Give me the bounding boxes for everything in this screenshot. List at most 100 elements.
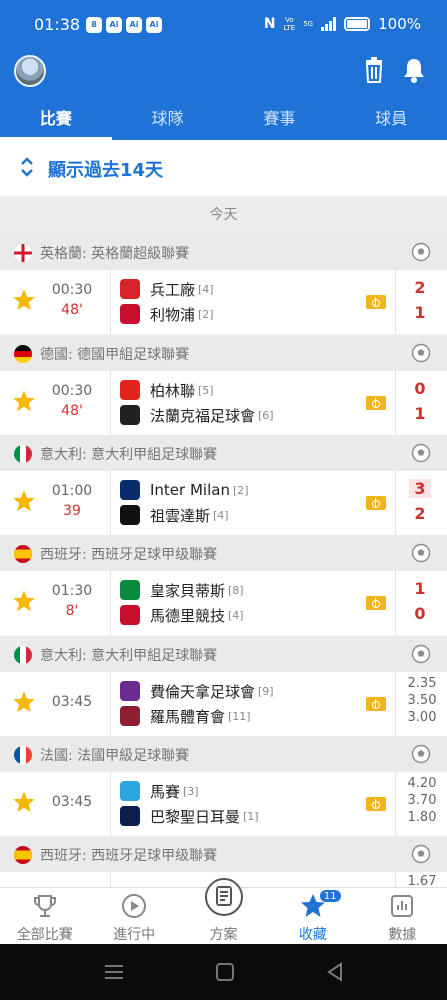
team-name: 利物浦 [150,305,196,324]
pitch-icon[interactable] [366,496,386,510]
pitch-icon[interactable] [366,396,386,410]
league-name: 法國: 法國甲級足球聯賽 [40,748,190,764]
plan-button-circle [204,878,243,916]
team-rank: [4] [228,608,244,622]
back-icon[interactable] [327,962,342,982]
chart-icon [391,895,414,917]
ai-notification-icon: Ai [146,17,162,33]
nfc-icon: N [263,16,276,32]
tab-teams[interactable]: 球隊 [112,100,224,140]
home-score: 3 [409,479,431,498]
league-header[interactable]: 法國: 法國甲級足球聯賽 [0,736,447,772]
trash-icon[interactable] [360,56,388,84]
germany-flag-icon [14,345,32,363]
team-crest-icon [120,480,140,500]
home-team: 柏林聯 [5] [120,379,214,401]
favorite-star-icon[interactable] [12,288,36,312]
match-row[interactable]: 00:30 48' 柏林聯 [5] 法蘭克福足球會 [6] 0 1 [0,371,447,435]
bottom-navigation: 全部比賽 進行中 方案 11 收藏 數據 [0,878,447,944]
league-header[interactable]: 意大利: 意大利甲組足球聯賽 [0,636,447,672]
league-header[interactable]: 西班牙: 西班牙足球甲级聯賽 [0,535,447,571]
team-rank: [9] [258,684,274,698]
nav-favorites[interactable]: 11 收藏 [268,888,357,944]
team-rank: [11] [228,709,251,723]
away-score: 1 [414,404,426,423]
team-rank: [1] [243,809,259,823]
team-crest-icon [120,681,140,701]
row-divider [110,471,111,535]
kickoff-time: 01:30 [51,583,93,599]
match-row[interactable]: 03:45 馬賽 [3] 巴黎聖日耳曼 [1] 4.20 3.70 1.80 [0,772,447,836]
league-header[interactable]: 意大利: 意大利甲組足球聯賽 [0,435,447,471]
team-rank: [4] [198,282,214,296]
home-score: 1 [414,579,426,598]
italy-flag-icon [14,445,32,463]
home-icon[interactable] [216,963,234,981]
kickoff-time: 00:30 [51,282,93,298]
home-team: 皇家貝蒂斯 [8] [120,579,244,601]
avatar[interactable] [14,55,46,87]
soccer-ball-icon[interactable] [411,644,431,664]
favorite-star-icon[interactable] [12,690,36,714]
soccer-ball-icon[interactable] [411,543,431,563]
favorite-star-icon[interactable] [12,589,36,613]
league-name: 西班牙: 西班牙足球甲级聯賽 [40,848,218,864]
tab-matches[interactable]: 比賽 [0,100,112,140]
nav-all-matches[interactable]: 全部比賽 [0,888,89,944]
row-divider [110,270,111,334]
league-header[interactable]: 西班牙: 西班牙足球甲级聯賽 [0,836,447,872]
tab-competitions[interactable]: 賽事 [224,100,336,140]
row-divider [110,872,111,887]
match-row[interactable]: 03:45 費倫天拿足球會 [9] 羅馬體育會 [11] 2.35 3.50 3.00 [0,672,447,736]
kickoff-time: 00:30 [51,383,93,399]
soccer-ball-icon[interactable] [411,242,431,262]
favorite-star-icon[interactable] [12,489,36,513]
favorites-count-badge: 11 [318,889,342,903]
match-row[interactable]: 01:30 8' 皇家貝蒂斯 [8] 馬德里競技 [4] 1 0 [0,571,447,635]
nav-data[interactable]: 數據 [358,888,447,944]
soccer-ball-icon[interactable] [411,343,431,363]
italy-flag-icon [14,646,32,664]
team-rank: [4] [213,508,229,522]
tab-players[interactable]: 球員 [335,100,447,140]
soccer-ball-icon[interactable] [411,844,431,864]
row-divider [395,471,396,535]
league-header[interactable]: 德國: 德國甲組足球聯賽 [0,335,447,371]
nav-label: 數據 [388,927,417,943]
system-indicators: N Vo LTE 5G 100% [264,15,421,33]
team-rank: [2] [198,307,214,321]
nav-plans[interactable]: 方案 [179,878,268,944]
odds-value: 4.20 [407,776,437,791]
favorite-star-icon[interactable] [12,790,36,814]
nav-live[interactable]: 進行中 [89,888,178,944]
pitch-icon[interactable] [366,295,386,309]
home-team: 費倫天拿足球會 [9] [120,680,274,702]
away-team: 羅馬體育會 [11] [120,705,251,727]
row-divider [395,571,396,635]
show-past-days-toggle[interactable]: 顯示過去14天 [0,140,447,196]
england-flag-icon [14,244,32,262]
league-name: 意大利: 意大利甲組足球聯賽 [40,447,218,463]
soccer-ball-icon[interactable] [411,443,431,463]
pitch-icon[interactable] [366,797,386,811]
league-name: 德國: 德國甲組足球聯賽 [40,347,190,363]
france-flag-icon [14,746,32,764]
menu-icon[interactable] [105,965,123,979]
home-team: 馬賽 [3] [120,780,199,802]
network-type: 5G [303,20,314,28]
away-team: 法蘭克福足球會 [6] [120,404,274,426]
system-navigation-bar [0,944,447,1000]
match-row[interactable]: 01:00 39 Inter Milan [2] 祖雲達斯 [4] 3 2 [0,471,447,535]
nav-label: 進行中 [113,927,156,943]
league-header[interactable]: 英格蘭: 英格蘭超級聯賽 [0,234,447,270]
pitch-icon[interactable] [366,697,386,711]
pitch-icon[interactable] [366,596,386,610]
system-nav-buttons [105,962,342,982]
match-row[interactable]: 00:30 48' 兵工廠 [4] 利物浦 [2] 2 1 [0,270,447,334]
favorite-star-icon[interactable] [12,389,36,413]
bell-icon[interactable] [400,56,428,84]
team-crest-icon [120,605,140,625]
team-crest-icon [120,405,140,425]
soccer-ball-icon[interactable] [411,744,431,764]
odds-value: 2.35 [407,676,437,691]
